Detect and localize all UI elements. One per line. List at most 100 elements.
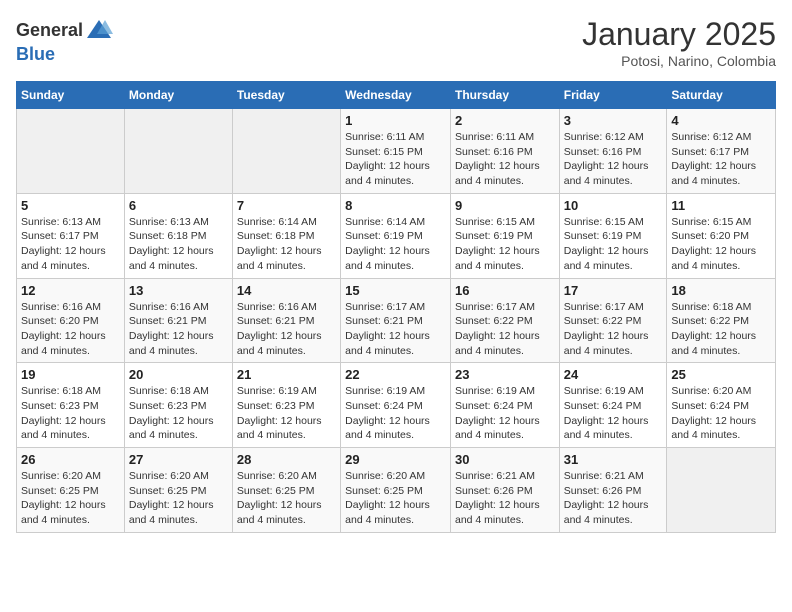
- day-info: Sunrise: 6:19 AMSunset: 6:24 PMDaylight:…: [345, 384, 446, 443]
- logo-general: General: [16, 20, 83, 41]
- day-info: Sunrise: 6:15 AMSunset: 6:20 PMDaylight:…: [671, 215, 771, 274]
- day-cell-11: 11 Sunrise: 6:15 AMSunset: 6:20 PMDayligh…: [667, 193, 776, 278]
- day-number: 1: [345, 113, 446, 128]
- title-block: January 2025 Potosi, Narino, Colombia: [582, 16, 776, 69]
- day-number: 22: [345, 367, 446, 382]
- day-cell-27: 27Sunrise: 6:20 AMSunset: 6:25 PMDayligh…: [124, 448, 232, 533]
- day-cell-20: 20Sunrise: 6:18 AMSunset: 6:23 PMDayligh…: [124, 363, 232, 448]
- day-cell-1: 1 Sunrise: 6:11 AMSunset: 6:15 PMDaylight…: [341, 109, 451, 194]
- day-cell-15: 15 Sunrise: 6:17 AMSunset: 6:21 PMDayligh…: [341, 278, 451, 363]
- weekday-header-sunday: Sunday: [17, 82, 125, 109]
- day-info: Sunrise: 6:17 AMSunset: 6:22 PMDaylight:…: [564, 300, 663, 359]
- day-number: 8: [345, 198, 446, 213]
- weekday-header-tuesday: Tuesday: [232, 82, 340, 109]
- empty-cell: [232, 109, 340, 194]
- day-info: Sunrise: 6:11 AMSunset: 6:16 PMDaylight:…: [455, 130, 555, 189]
- day-cell-10: 10 Sunrise: 6:15 AMSunset: 6:19 PMDayligh…: [559, 193, 667, 278]
- day-cell-14: 14Sunrise: 6:16 AMSunset: 6:21 PMDayligh…: [232, 278, 340, 363]
- day-info: Sunrise: 6:21 AMSunset: 6:26 PMDaylight:…: [564, 469, 663, 528]
- day-cell-23: 23 Sunrise: 6:19 AMSunset: 6:24 PMDayligh…: [450, 363, 559, 448]
- day-info: Sunrise: 6:18 AMSunset: 6:22 PMDaylight:…: [671, 300, 771, 359]
- weekday-header-thursday: Thursday: [450, 82, 559, 109]
- day-cell-5: 5Sunrise: 6:13 AMSunset: 6:17 PMDaylight…: [17, 193, 125, 278]
- day-number: 27: [129, 452, 228, 467]
- day-cell-16: 16Sunrise: 6:17 AMSunset: 6:22 PMDayligh…: [450, 278, 559, 363]
- empty-cell: [17, 109, 125, 194]
- day-cell-2: 2Sunrise: 6:11 AMSunset: 6:16 PMDaylight…: [450, 109, 559, 194]
- day-number: 10: [564, 198, 663, 213]
- day-number: 24: [564, 367, 663, 382]
- week-row-3: 12 Sunrise: 6:16 AMSunset: 6:20 PMDayligh…: [17, 278, 776, 363]
- weekday-header-saturday: Saturday: [667, 82, 776, 109]
- day-cell-7: 7Sunrise: 6:14 AMSunset: 6:18 PMDaylight…: [232, 193, 340, 278]
- day-cell-4: 4 Sunrise: 6:12 AMSunset: 6:17 PMDaylight…: [667, 109, 776, 194]
- day-info: Sunrise: 6:14 AMSunset: 6:19 PMDaylight:…: [345, 215, 446, 274]
- day-info: Sunrise: 6:12 AMSunset: 6:17 PMDaylight:…: [671, 130, 771, 189]
- day-number: 30: [455, 452, 555, 467]
- day-cell-3: 3 Sunrise: 6:12 AMSunset: 6:16 PMDaylight…: [559, 109, 667, 194]
- day-info: Sunrise: 6:16 AMSunset: 6:20 PMDaylight:…: [21, 300, 120, 359]
- day-number: 29: [345, 452, 446, 467]
- day-cell-17: 17 Sunrise: 6:17 AMSunset: 6:22 PMDayligh…: [559, 278, 667, 363]
- empty-cell: [124, 109, 232, 194]
- month-title: January 2025: [582, 16, 776, 53]
- day-cell-25: 25 Sunrise: 6:20 AMSunset: 6:24 PMDayligh…: [667, 363, 776, 448]
- day-info: Sunrise: 6:19 AMSunset: 6:23 PMDaylight:…: [237, 384, 336, 443]
- day-number: 3: [564, 113, 663, 128]
- day-cell-12: 12 Sunrise: 6:16 AMSunset: 6:20 PMDayligh…: [17, 278, 125, 363]
- day-number: 4: [671, 113, 771, 128]
- day-cell-13: 13Sunrise: 6:16 AMSunset: 6:21 PMDayligh…: [124, 278, 232, 363]
- day-number: 14: [237, 283, 336, 298]
- week-row-5: 26Sunrise: 6:20 AMSunset: 6:25 PMDayligh…: [17, 448, 776, 533]
- day-cell-24: 24Sunrise: 6:19 AMSunset: 6:24 PMDayligh…: [559, 363, 667, 448]
- day-info: Sunrise: 6:20 AMSunset: 6:25 PMDaylight:…: [21, 469, 120, 528]
- day-cell-8: 8 Sunrise: 6:14 AMSunset: 6:19 PMDaylight…: [341, 193, 451, 278]
- day-cell-21: 21Sunrise: 6:19 AMSunset: 6:23 PMDayligh…: [232, 363, 340, 448]
- weekday-header-wednesday: Wednesday: [341, 82, 451, 109]
- location: Potosi, Narino, Colombia: [582, 53, 776, 69]
- day-number: 12: [21, 283, 120, 298]
- day-number: 23: [455, 367, 555, 382]
- day-number: 16: [455, 283, 555, 298]
- day-info: Sunrise: 6:18 AMSunset: 6:23 PMDaylight:…: [129, 384, 228, 443]
- day-cell-28: 28 Sunrise: 6:20 AMSunset: 6:25 PMDayligh…: [232, 448, 340, 533]
- day-info: Sunrise: 6:19 AMSunset: 6:24 PMDaylight:…: [455, 384, 555, 443]
- day-info: Sunrise: 6:11 AMSunset: 6:15 PMDaylight:…: [345, 130, 446, 189]
- day-info: Sunrise: 6:17 AMSunset: 6:21 PMDaylight:…: [345, 300, 446, 359]
- day-info: Sunrise: 6:15 AMSunset: 6:19 PMDaylight:…: [455, 215, 555, 274]
- empty-cell: [667, 448, 776, 533]
- day-cell-18: 18Sunrise: 6:18 AMSunset: 6:22 PMDayligh…: [667, 278, 776, 363]
- day-number: 28: [237, 452, 336, 467]
- day-cell-9: 9 Sunrise: 6:15 AMSunset: 6:19 PMDaylight…: [450, 193, 559, 278]
- day-number: 7: [237, 198, 336, 213]
- day-number: 15: [345, 283, 446, 298]
- day-number: 11: [671, 198, 771, 213]
- day-info: Sunrise: 6:16 AMSunset: 6:21 PMDaylight:…: [129, 300, 228, 359]
- calendar-table: SundayMondayTuesdayWednesdayThursdayFrid…: [16, 81, 776, 533]
- day-number: 6: [129, 198, 228, 213]
- day-number: 25: [671, 367, 771, 382]
- day-number: 31: [564, 452, 663, 467]
- day-info: Sunrise: 6:15 AMSunset: 6:19 PMDaylight:…: [564, 215, 663, 274]
- day-cell-26: 26Sunrise: 6:20 AMSunset: 6:25 PMDayligh…: [17, 448, 125, 533]
- day-cell-22: 22 Sunrise: 6:19 AMSunset: 6:24 PMDayligh…: [341, 363, 451, 448]
- logo-icon: [85, 16, 113, 44]
- logo: General Blue: [16, 16, 113, 65]
- day-info: Sunrise: 6:12 AMSunset: 6:16 PMDaylight:…: [564, 130, 663, 189]
- day-number: 17: [564, 283, 663, 298]
- week-row-2: 5Sunrise: 6:13 AMSunset: 6:17 PMDaylight…: [17, 193, 776, 278]
- day-info: Sunrise: 6:20 AMSunset: 6:25 PMDaylight:…: [237, 469, 336, 528]
- day-info: Sunrise: 6:13 AMSunset: 6:17 PMDaylight:…: [21, 215, 120, 274]
- week-row-1: 1 Sunrise: 6:11 AMSunset: 6:15 PMDaylight…: [17, 109, 776, 194]
- page-header: General Blue January 2025 Potosi, Narino…: [16, 16, 776, 69]
- day-cell-19: 19Sunrise: 6:18 AMSunset: 6:23 PMDayligh…: [17, 363, 125, 448]
- day-cell-30: 30Sunrise: 6:21 AMSunset: 6:26 PMDayligh…: [450, 448, 559, 533]
- day-info: Sunrise: 6:20 AMSunset: 6:25 PMDaylight:…: [345, 469, 446, 528]
- day-info: Sunrise: 6:13 AMSunset: 6:18 PMDaylight:…: [129, 215, 228, 274]
- week-row-4: 19Sunrise: 6:18 AMSunset: 6:23 PMDayligh…: [17, 363, 776, 448]
- logo-blue: Blue: [16, 44, 113, 65]
- day-info: Sunrise: 6:20 AMSunset: 6:24 PMDaylight:…: [671, 384, 771, 443]
- weekday-header-friday: Friday: [559, 82, 667, 109]
- day-cell-6: 6 Sunrise: 6:13 AMSunset: 6:18 PMDaylight…: [124, 193, 232, 278]
- day-number: 9: [455, 198, 555, 213]
